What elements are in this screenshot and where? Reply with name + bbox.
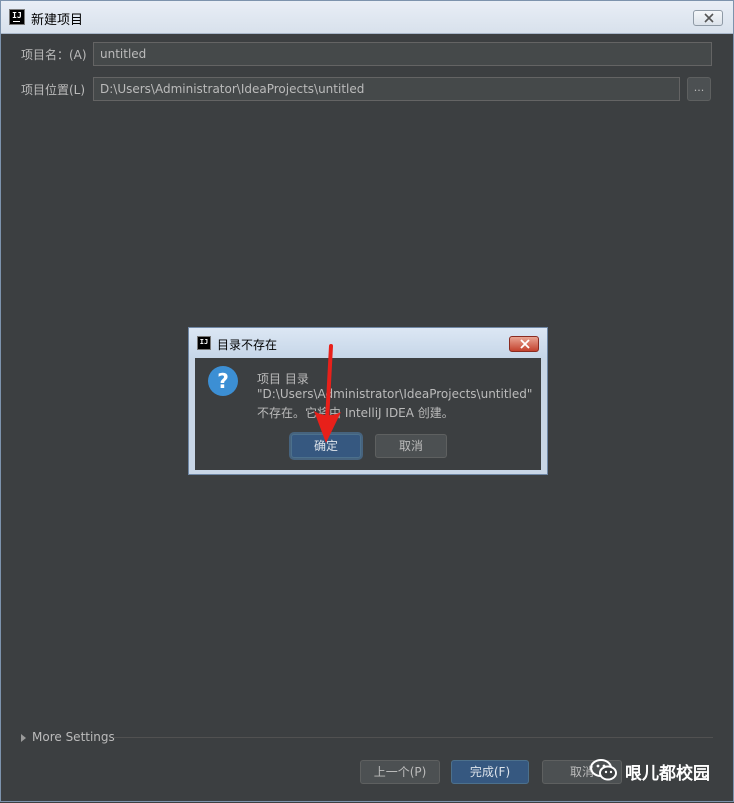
finish-button[interactable]: 完成(F) <box>451 760 529 784</box>
intellij-app-icon: IJ <box>197 336 211 350</box>
dialog-message-line1: 项目 目录 <box>257 372 309 386</box>
close-icon <box>704 13 714 23</box>
watermark-text: 哏儿都校园 <box>625 764 710 784</box>
question-icon: ? <box>208 366 238 396</box>
project-name-label: 项目名：(A) <box>21 48 87 62</box>
dialog-body: ? 项目 目录 "D:\Users\Administrator\IdeaProj… <box>195 358 541 470</box>
wechat-icon <box>590 759 617 781</box>
close-icon <box>520 339 530 349</box>
dialog-title: 目录不存在 <box>217 338 278 352</box>
browse-button[interactable]: ... <box>687 77 711 101</box>
wechat-watermark: 哏儿都校园 <box>585 753 734 791</box>
more-settings-label: More Settings <box>32 730 115 744</box>
expand-triangle-icon <box>21 733 26 742</box>
more-settings-toggle[interactable]: More Settings <box>21 730 115 744</box>
separator-line <box>113 737 713 738</box>
window-close-button[interactable] <box>693 10 723 26</box>
previous-button[interactable]: 上一个(P) <box>360 760 440 784</box>
dialog-message-line2: "D:\Users\Administrator\IdeaProjects\unt… <box>257 387 533 401</box>
cancel-button[interactable]: 取消 <box>375 434 447 458</box>
intellij-app-icon: IJ <box>9 9 25 25</box>
dialog-titlebar[interactable]: IJ 目录不存在 <box>189 328 547 358</box>
ok-button[interactable]: 确定 <box>291 434 361 458</box>
directory-not-exist-dialog: IJ 目录不存在 ? 项目 目录 "D:\Users\Administrator… <box>188 327 548 475</box>
project-location-label: 项目位置(L) <box>21 83 86 97</box>
project-location-input[interactable]: D:\Users\Administrator\IdeaProjects\unti… <box>93 77 680 101</box>
dialog-close-button[interactable] <box>509 336 539 352</box>
new-project-window: IJ 新建项目 项目名：(A) untitled 项目位置(L) D:\User… <box>0 0 734 802</box>
dialog-message-line3: 不存在。它将由 IntelliJ IDEA 创建。 <box>257 406 454 420</box>
project-name-input[interactable]: untitled <box>93 42 712 66</box>
window-title: 新建项目 <box>31 13 84 28</box>
window-titlebar[interactable]: IJ 新建项目 <box>1 1 733 34</box>
